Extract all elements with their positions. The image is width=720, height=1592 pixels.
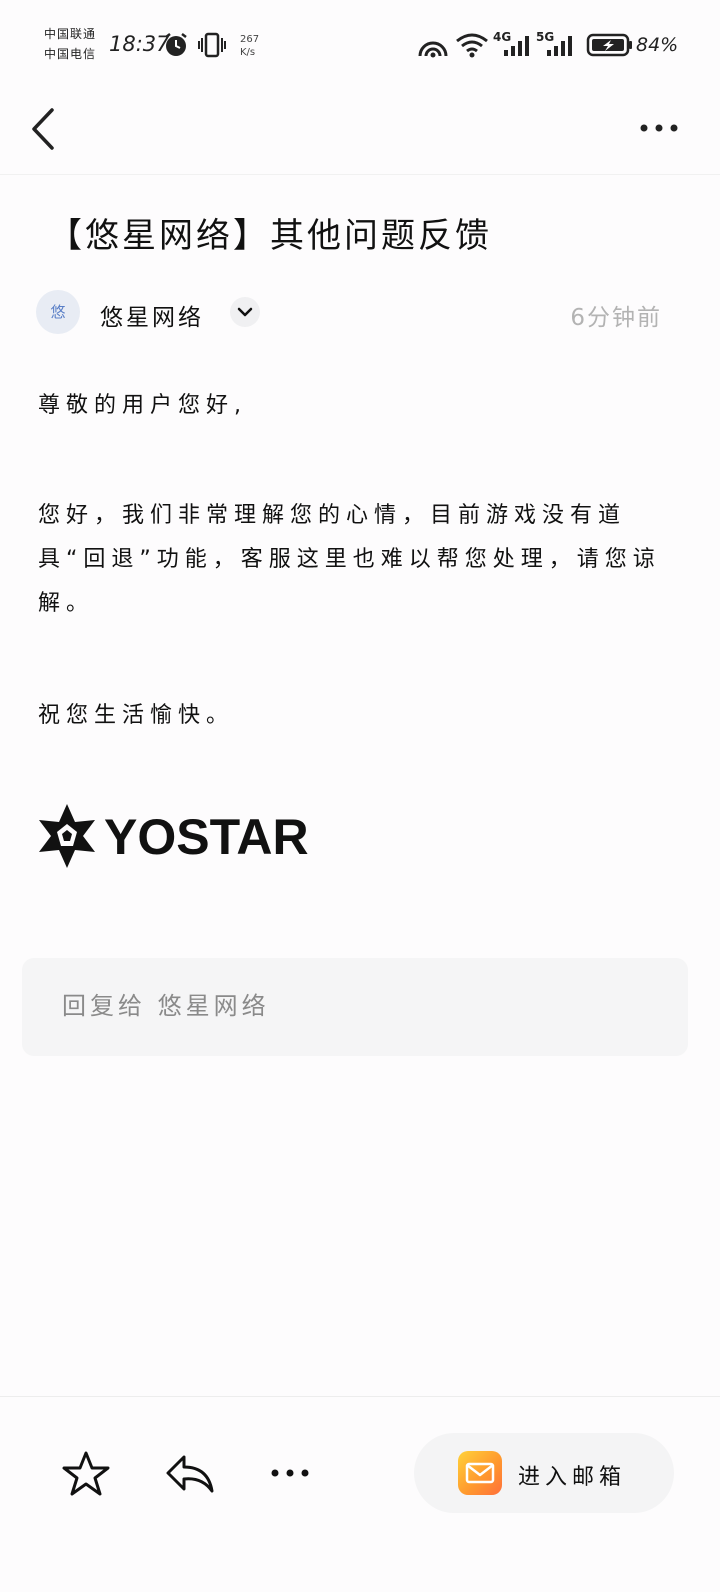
more-options-button[interactable] xyxy=(632,112,688,144)
logo-text: YOSTAR xyxy=(104,809,309,865)
email-closing: 祝您生活愉快。 xyxy=(38,703,235,728)
star-icon xyxy=(62,1451,110,1496)
reply-input[interactable]: 回复给 悠星网络 xyxy=(22,958,688,1056)
expand-sender-button[interactable] xyxy=(230,297,260,327)
signal-icon-2 xyxy=(547,36,572,56)
yostar-logo-mark: YOSTAR xyxy=(39,804,309,868)
email-greeting: 尊敬的用户您好, xyxy=(38,393,247,418)
chevron-left-icon xyxy=(32,108,54,150)
top-nav-bar xyxy=(0,78,720,175)
email-time: 6分钟前 xyxy=(570,305,662,331)
vibrate-icon xyxy=(198,32,226,58)
reply-icon xyxy=(166,1455,214,1493)
wifi-icon xyxy=(456,33,488,58)
carrier-labels: 中国联通 中国电信 xyxy=(44,24,96,64)
email-paragraph: 您好，我们非常理解您的心情，目前游戏没有道具“回退”功能，客服这里也难以帮您处理… xyxy=(38,503,661,616)
hotspot-icon xyxy=(418,41,448,58)
enter-mailbox-button[interactable]: 进入邮箱 xyxy=(414,1433,674,1513)
star-button[interactable] xyxy=(60,1449,112,1499)
sender-name[interactable]: 悠星网络 xyxy=(100,298,204,332)
carrier-2: 中国电信 xyxy=(44,47,97,61)
more-actions-button[interactable] xyxy=(266,1457,316,1489)
yostar-logo: YOSTAR xyxy=(34,800,334,872)
reply-button[interactable] xyxy=(162,1449,218,1499)
battery-percentage: 84% xyxy=(636,34,679,56)
battery-charging-icon xyxy=(586,33,632,57)
back-button[interactable] xyxy=(22,102,66,156)
signal-icon xyxy=(504,36,529,56)
avatar[interactable]: 悠 xyxy=(36,290,80,334)
speed-value: 267 xyxy=(240,34,260,45)
alarm-icon xyxy=(165,33,187,56)
mail-icon xyxy=(458,1451,502,1495)
speed-unit: K/s xyxy=(240,47,256,58)
status-time: 18:37 xyxy=(109,32,170,56)
reply-placeholder: 回复给 悠星网络 xyxy=(62,992,270,1020)
more-horizontal-icon xyxy=(640,124,678,132)
more-horizontal-icon xyxy=(271,1469,309,1477)
status-bar: 中国联通 中国电信 18:37 267 K/s 4G 5G 84% xyxy=(0,0,720,78)
chevron-down-icon xyxy=(237,307,253,317)
bottom-toolbar: 进入邮箱 xyxy=(0,1396,720,1592)
network-speed: 267 K/s xyxy=(240,33,259,59)
enter-mailbox-label: 进入邮箱 xyxy=(518,1465,627,1490)
email-subject: 【悠星网络】其他问题反馈 xyxy=(48,216,492,256)
carrier-1: 中国联通 xyxy=(44,27,97,41)
sender-row: 悠 悠星网络 6分钟前 xyxy=(36,290,676,336)
